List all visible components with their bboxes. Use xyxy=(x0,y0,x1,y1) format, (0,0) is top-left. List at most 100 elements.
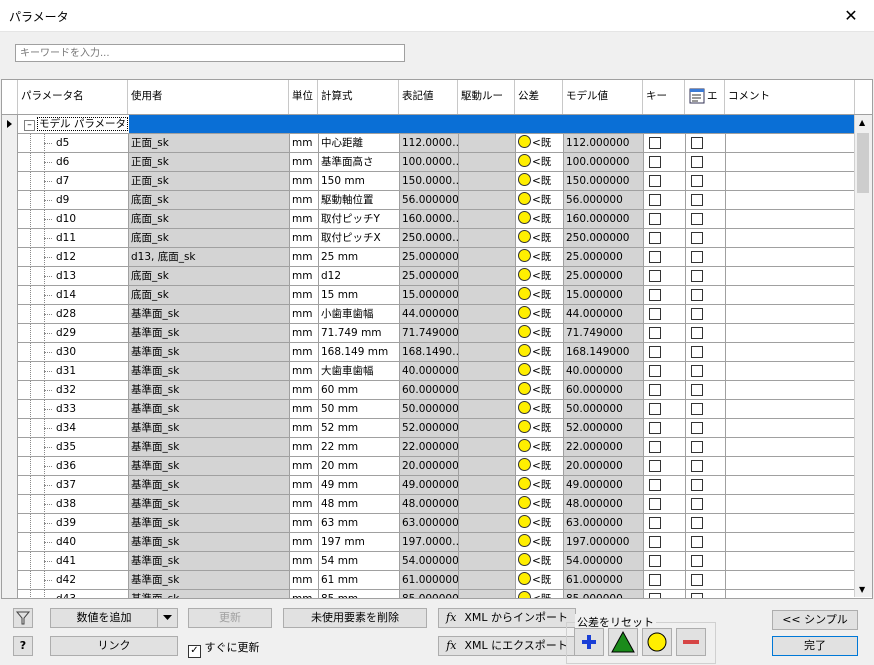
expression-cell[interactable]: 取付ピッチX xyxy=(319,229,400,247)
expression-cell[interactable]: 22 mm xyxy=(319,438,400,456)
comment-cell[interactable] xyxy=(726,134,855,152)
key-checkbox[interactable] xyxy=(649,517,661,529)
unit-cell[interactable]: mm xyxy=(290,495,319,513)
comment-cell[interactable] xyxy=(726,229,855,247)
tolerance-cell[interactable]: <既 xyxy=(516,248,564,266)
expression-cell[interactable]: 168.149 mm xyxy=(319,343,400,361)
expression-cell[interactable]: d12 xyxy=(319,267,400,285)
expression-cell[interactable]: 49 mm xyxy=(319,476,400,494)
unit-cell[interactable]: mm xyxy=(290,343,319,361)
unit-cell[interactable]: mm xyxy=(290,514,319,532)
export-checkbox[interactable] xyxy=(691,536,703,548)
comment-cell[interactable] xyxy=(726,210,855,228)
expression-cell[interactable]: 小歯車歯幅 xyxy=(319,305,400,323)
table-row[interactable]: d6 正面_sk mm 基準面高さ 100.0000… <既 100.000000 xyxy=(2,153,855,172)
key-checkbox[interactable] xyxy=(649,479,661,491)
unit-cell[interactable]: mm xyxy=(290,134,319,152)
param-name-cell[interactable]: d36 xyxy=(54,457,129,475)
export-checkbox[interactable] xyxy=(691,156,703,168)
comment-cell[interactable] xyxy=(726,514,855,532)
tolerance-cell[interactable]: <既 xyxy=(516,305,564,323)
param-name-cell[interactable]: d43 xyxy=(54,590,129,598)
table-row[interactable]: d29 基準面_sk mm 71.749 mm 71.749000 <既 71.749000 xyxy=(2,324,855,343)
param-name-cell[interactable]: d38 xyxy=(54,495,129,513)
comment-cell[interactable] xyxy=(726,305,855,323)
filter-button[interactable] xyxy=(13,608,33,628)
unit-cell[interactable]: mm xyxy=(290,210,319,228)
row-header[interactable] xyxy=(2,400,18,419)
row-header[interactable] xyxy=(2,514,18,533)
unit-cell[interactable]: mm xyxy=(290,552,319,570)
group-row-model-parameters[interactable]: – モデル パラメータ xyxy=(2,115,855,134)
comment-cell[interactable] xyxy=(726,286,855,304)
scroll-thumb[interactable] xyxy=(857,133,869,193)
export-checkbox[interactable] xyxy=(691,175,703,187)
purge-unused-button[interactable]: 未使用要素を削除 xyxy=(283,608,427,628)
row-header[interactable] xyxy=(2,267,18,286)
unit-cell[interactable]: mm xyxy=(290,191,319,209)
export-checkbox[interactable] xyxy=(691,251,703,263)
key-checkbox[interactable] xyxy=(649,498,661,510)
row-header[interactable] xyxy=(2,343,18,362)
export-checkbox[interactable] xyxy=(691,270,703,282)
expression-cell[interactable]: 54 mm xyxy=(319,552,400,570)
expression-cell[interactable]: 150 mm xyxy=(319,172,400,190)
row-header[interactable] xyxy=(2,134,18,153)
table-row[interactable]: d34 基準面_sk mm 52 mm 52.000000 <既 52.000000 xyxy=(2,419,855,438)
tolerance-cell[interactable]: <既 xyxy=(516,552,564,570)
row-header[interactable] xyxy=(2,305,18,324)
table-row[interactable]: d43 基準面_sk mm 85 mm 85.000000 <既 85.000000 xyxy=(2,590,855,598)
export-checkbox[interactable] xyxy=(691,137,703,149)
key-checkbox[interactable] xyxy=(649,365,661,377)
table-row[interactable]: d36 基準面_sk mm 20 mm 20.000000 <既 20.000000 xyxy=(2,457,855,476)
tolerance-cell[interactable]: <既 xyxy=(516,134,564,152)
column-header-expression[interactable]: 計算式 xyxy=(318,80,399,114)
param-name-cell[interactable]: d6 xyxy=(54,153,129,171)
comment-cell[interactable] xyxy=(726,533,855,551)
tolerance-cell[interactable]: <既 xyxy=(516,153,564,171)
key-checkbox[interactable] xyxy=(649,327,661,339)
tolerance-cell[interactable]: <既 xyxy=(516,191,564,209)
tolerance-cell[interactable]: <既 xyxy=(516,438,564,456)
tolerance-cell[interactable]: <既 xyxy=(516,571,564,589)
row-header[interactable] xyxy=(2,381,18,400)
expression-cell[interactable]: 駆動軸位置 xyxy=(319,191,400,209)
unit-cell[interactable]: mm xyxy=(290,419,319,437)
key-checkbox[interactable] xyxy=(649,251,661,263)
row-header[interactable] xyxy=(2,153,18,172)
unit-cell[interactable]: mm xyxy=(290,229,319,247)
param-name-cell[interactable]: d7 xyxy=(54,172,129,190)
unit-cell[interactable]: mm xyxy=(290,533,319,551)
tolerance-cell[interactable]: <既 xyxy=(516,419,564,437)
table-row[interactable]: d41 基準面_sk mm 54 mm 54.000000 <既 54.000000 xyxy=(2,552,855,571)
table-row[interactable]: d7 正面_sk mm 150 mm 150.0000… <既 150.000000 xyxy=(2,172,855,191)
row-header[interactable] xyxy=(2,533,18,552)
help-button[interactable]: ? xyxy=(13,636,33,656)
unit-cell[interactable]: mm xyxy=(290,248,319,266)
link-button[interactable]: リンク xyxy=(50,636,178,656)
row-header[interactable] xyxy=(2,457,18,476)
done-button[interactable]: 完了 xyxy=(772,636,858,656)
table-row[interactable]: d9 底面_sk mm 駆動軸位置 56.000000 <既 56.000000 xyxy=(2,191,855,210)
tolerance-cell[interactable]: <既 xyxy=(516,229,564,247)
tolerance-cell[interactable]: <既 xyxy=(516,210,564,228)
comment-cell[interactable] xyxy=(726,362,855,380)
table-row[interactable]: d30 基準面_sk mm 168.149 mm 168.1490… <既 168.1490… xyxy=(2,343,855,362)
comment-cell[interactable] xyxy=(726,248,855,266)
key-checkbox[interactable] xyxy=(649,346,661,358)
column-header-driving-rule[interactable]: 駆動ルー xyxy=(458,80,515,114)
row-header[interactable] xyxy=(2,476,18,495)
column-header-comment[interactable]: コメント xyxy=(725,80,855,114)
expression-cell[interactable]: 基準面高さ xyxy=(319,153,400,171)
export-xml-button[interactable]: fx XML にエクスポート xyxy=(438,636,576,656)
param-name-cell[interactable]: d37 xyxy=(54,476,129,494)
table-row[interactable]: d13 底面_sk mm d12 25.000000 <既 25.000000 xyxy=(2,267,855,286)
table-row[interactable]: d5 正面_sk mm 中心距離 112.0000… <既 112.000000 xyxy=(2,134,855,153)
key-checkbox[interactable] xyxy=(649,403,661,415)
comment-cell[interactable] xyxy=(726,571,855,589)
tolerance-cell[interactable]: <既 xyxy=(516,343,564,361)
table-row[interactable]: d14 底面_sk mm 15 mm 15.000000 <既 15.000000 xyxy=(2,286,855,305)
export-checkbox[interactable] xyxy=(691,593,703,598)
param-name-cell[interactable]: d29 xyxy=(54,324,129,342)
tolerance-cell[interactable]: <既 xyxy=(516,514,564,532)
